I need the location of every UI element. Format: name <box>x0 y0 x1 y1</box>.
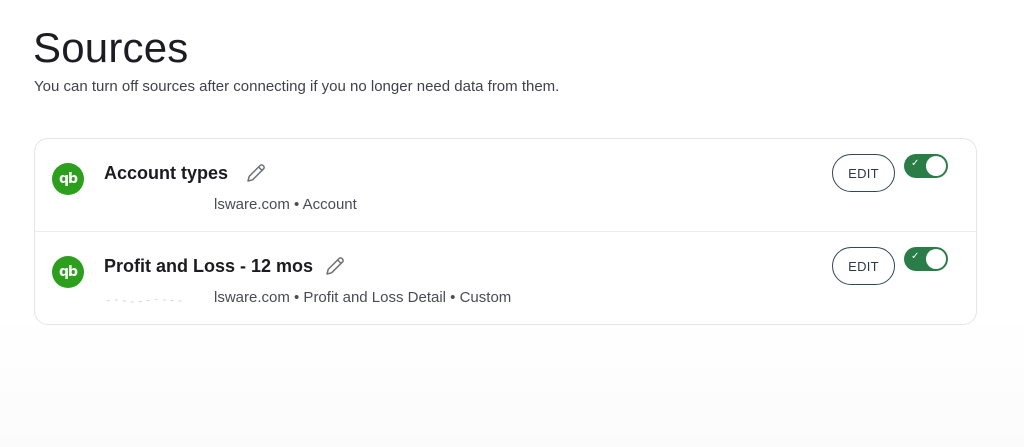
sources-page: Sources You can turn off sources after c… <box>0 0 1024 447</box>
source-name: Profit and Loss - 12 mos <box>104 256 314 276</box>
toggle-knob <box>926 249 946 269</box>
quickbooks-logo-icon: qb <box>52 163 84 195</box>
redacted-text-artifact <box>106 299 184 303</box>
edit-button[interactable]: EDIT <box>832 247 895 285</box>
source-meta: lsware.com • Account <box>214 196 357 213</box>
toggle-knob <box>926 156 946 176</box>
edit-button[interactable]: EDIT <box>832 154 895 192</box>
source-enabled-toggle[interactable]: ✓ <box>904 247 948 271</box>
source-enabled-toggle[interactable]: ✓ <box>904 154 948 178</box>
pencil-icon[interactable] <box>323 254 347 278</box>
check-icon: ✓ <box>911 158 920 169</box>
source-meta: lsware.com • Profit and Loss Detail • Cu… <box>214 289 512 306</box>
page-title: Sources <box>33 24 189 71</box>
quickbooks-logo-icon: qb <box>52 256 84 288</box>
sources-list: qb Account types lsware.com • Account ED… <box>34 138 977 325</box>
source-name: Account types <box>104 163 229 183</box>
source-row: qb Account types lsware.com • Account ED… <box>35 139 976 232</box>
pencil-icon[interactable] <box>244 161 268 185</box>
logo-text: qb <box>58 264 78 280</box>
check-icon: ✓ <box>911 251 920 262</box>
logo-text: qb <box>58 171 78 187</box>
source-row: qb Profit and Loss - 12 mos lsware.com •… <box>35 232 976 325</box>
page-subtitle: You can turn off sources after connectin… <box>34 78 560 95</box>
